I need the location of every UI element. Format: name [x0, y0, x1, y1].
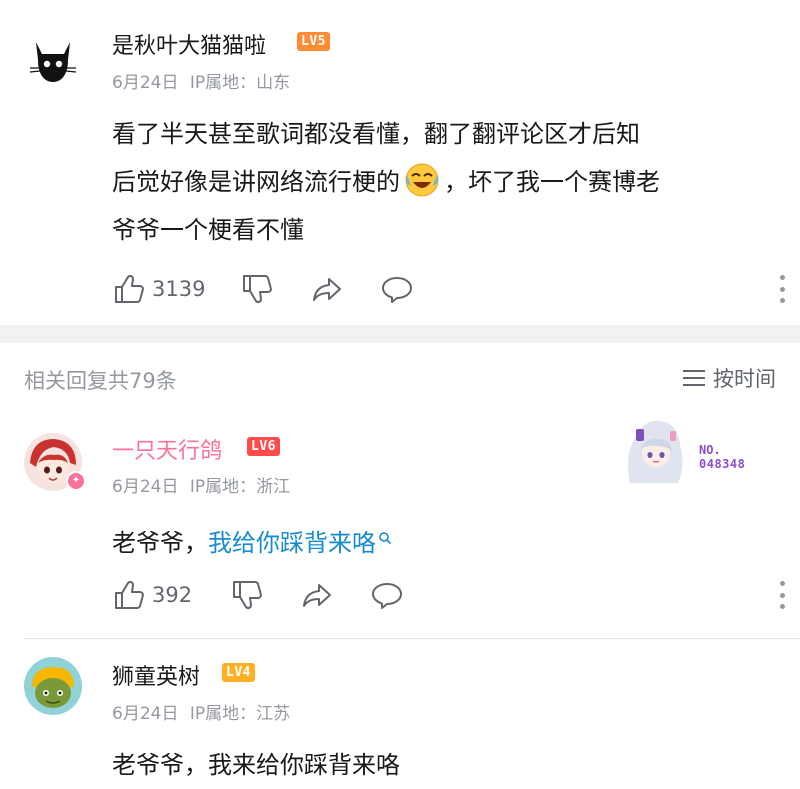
avatar[interactable]	[24, 28, 82, 86]
like-count: 3139	[152, 277, 206, 301]
level-badge: LV4	[222, 663, 255, 682]
comment-actions: 392	[112, 575, 792, 615]
comment-text-segment: ，坏了我一个赛博老	[444, 168, 660, 196]
ip-location: IP属地：山东	[189, 73, 291, 93]
comment-icon	[382, 277, 412, 303]
black-cat-avatar-icon	[29, 42, 77, 82]
section-divider	[0, 325, 800, 343]
badge-label: NO.	[699, 443, 721, 457]
comment-meta: 6月24日 IP属地：江苏	[112, 699, 290, 724]
dislike-button[interactable]	[230, 575, 264, 615]
comment-icon	[372, 583, 402, 609]
username[interactable]: 是秋叶大猫猫啦	[112, 28, 266, 60]
reply-button[interactable]	[380, 269, 414, 309]
comment-line: 爷爷一个梗看不懂	[112, 216, 304, 244]
dislike-icon	[233, 581, 262, 610]
comment-main: 是秋叶大猫猫啦 LV5 6月24日 IP属地：山东 看了半天甚至歌词都没看懂，翻…	[0, 0, 800, 325]
reply-button[interactable]	[370, 575, 404, 615]
badge-number: 048348	[699, 457, 746, 471]
dislike-icon	[243, 275, 272, 304]
ip-location: IP属地：浙江	[189, 477, 291, 497]
comment-text: 老爷爷，我给你踩背来咯	[112, 513, 712, 567]
comment-line: 看了半天甚至歌词都没看懂，翻了翻评论区才后知	[112, 120, 640, 148]
share-icon	[313, 278, 341, 301]
more-icon[interactable]	[772, 275, 792, 303]
comment-meta: 6月24日 IP属地：山东	[112, 68, 290, 93]
comment-actions: 3139	[112, 269, 792, 309]
level-badge: LV6	[247, 437, 280, 456]
like-count: 392	[152, 583, 193, 607]
green-character-avatar-icon	[32, 667, 74, 708]
comment-line: 后觉好像是讲网络流行梗的 ，坏了我一个赛博老	[112, 158, 772, 206]
username[interactable]: 狮童英树	[112, 659, 200, 691]
more-icon[interactable]	[772, 581, 792, 609]
reply-header: 相关回复共79条 按时间	[0, 343, 800, 413]
comment-text: 看了半天甚至歌词都没看懂，翻了翻评论区才后知 后觉好像是讲网络流行梗的 ，坏了我…	[112, 110, 772, 254]
sort-icon	[683, 370, 705, 386]
ip-location: IP属地：江苏	[189, 704, 291, 724]
anime-character-badge-icon	[628, 420, 683, 483]
dislike-button[interactable]	[240, 269, 274, 309]
comment-date: 6月24日	[112, 477, 179, 497]
search-icon[interactable]	[378, 513, 392, 561]
like-button[interactable]: 392	[112, 575, 192, 615]
username[interactable]: 一只天行鸽	[112, 433, 222, 465]
avatar[interactable]	[24, 657, 82, 715]
level-badge: LV5	[297, 32, 330, 51]
like-button[interactable]: 3139	[112, 269, 205, 309]
comment-date: 6月24日	[112, 73, 179, 93]
like-icon	[115, 580, 144, 609]
share-button[interactable]	[310, 269, 344, 309]
reply-item: 狮童英树 LV4 6月24日 IP属地：江苏 老爷爷，我来给你踩背来咯	[0, 639, 800, 789]
comment-text-segment: 后觉好像是讲网络流行梗的	[112, 168, 400, 196]
fan-badge[interactable]: NO. 048348	[620, 413, 770, 485]
reply-count: 相关回复共79条	[24, 369, 177, 393]
comment-text-segment: 老爷爷，	[112, 529, 208, 557]
vip-badge-icon: ✦	[66, 471, 86, 491]
like-icon	[115, 274, 144, 303]
share-icon	[303, 584, 331, 607]
comment-date: 6月24日	[112, 704, 179, 724]
share-button[interactable]	[300, 575, 334, 615]
search-link[interactable]: 我给你踩背来咯	[208, 529, 376, 557]
comment-meta: 6月24日 IP属地：浙江	[112, 472, 290, 497]
sort-button[interactable]: 按时间	[683, 363, 776, 393]
comment-text: 老爷爷，我来给你踩背来咯	[112, 751, 400, 779]
laughing-crying-emoji-icon	[404, 162, 440, 198]
sort-label: 按时间	[713, 367, 776, 391]
